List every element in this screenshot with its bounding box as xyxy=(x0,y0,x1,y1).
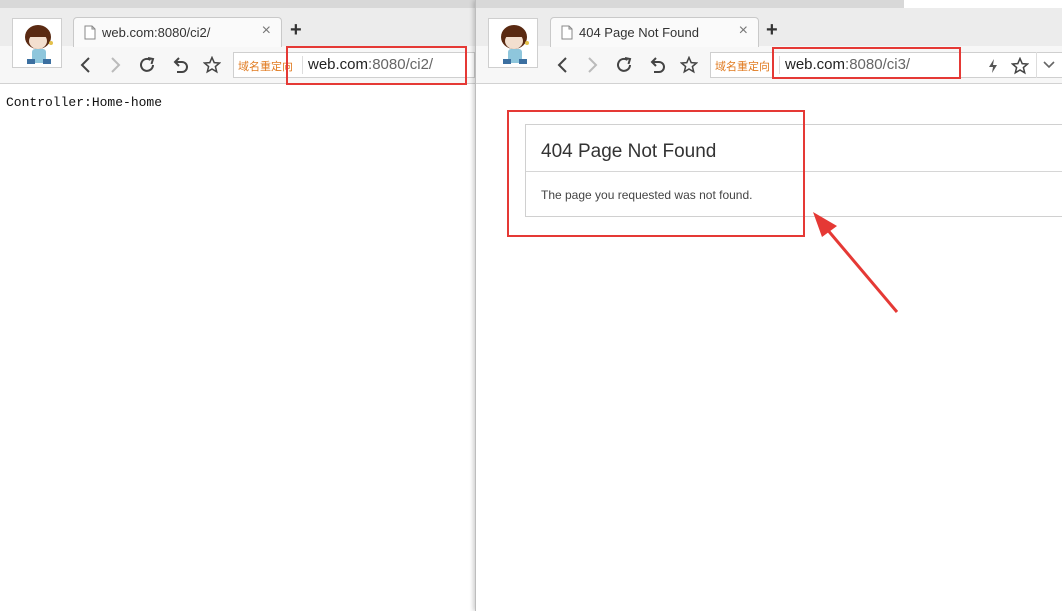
annotation-arrow xyxy=(813,212,899,313)
